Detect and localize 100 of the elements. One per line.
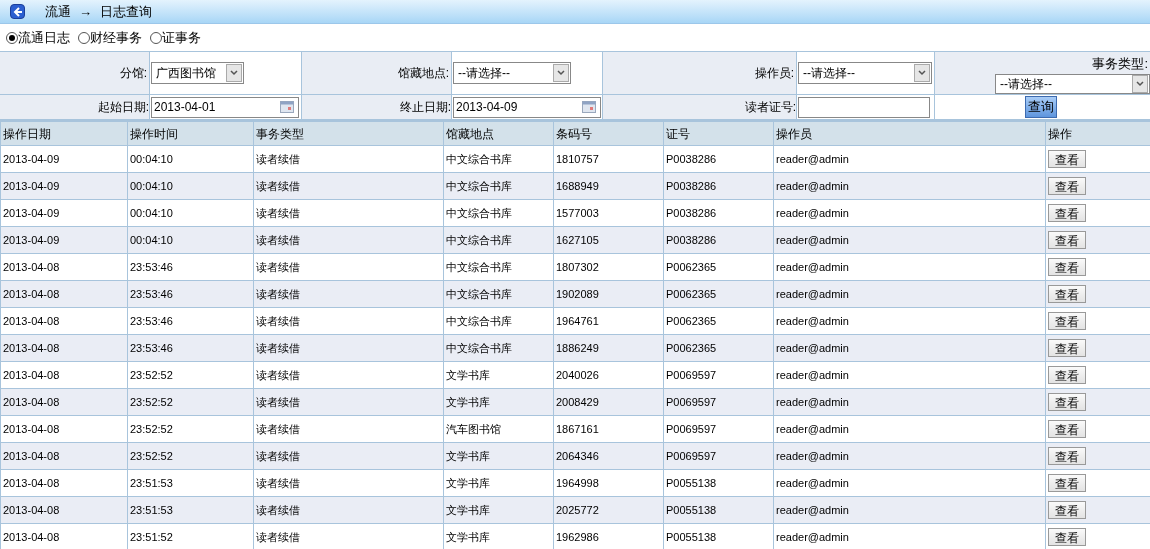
table-cell: 文学书库 — [443, 442, 554, 470]
table-cell: P0055138 — [663, 496, 774, 524]
table-cell: P0062365 — [663, 334, 774, 362]
table-cell: 中文综合书库 — [443, 307, 554, 335]
table-cell: P0069597 — [663, 442, 774, 470]
table-cell: 2013-04-08 — [0, 334, 128, 362]
view-button[interactable]: 查看 — [1048, 473, 1086, 492]
table-cell: 00:04:10 — [127, 172, 254, 200]
radio-icon[interactable] — [6, 31, 18, 44]
table-cell: 23:52:52 — [127, 442, 254, 470]
table-cell: 23:53:46 — [127, 280, 254, 308]
table-cell: 23:51:53 — [127, 496, 254, 524]
view-button[interactable]: 查看 — [1048, 176, 1086, 195]
select-field[interactable]: --请选择-- — [798, 62, 932, 84]
table-cell: 文学书库 — [443, 388, 554, 416]
table-cell: 文学书库 — [443, 361, 554, 389]
table-cell: reader@admin — [773, 388, 1046, 416]
table-cell: 2013-04-08 — [0, 415, 128, 443]
table-cell: 2025772 — [553, 496, 664, 524]
table-cell: 00:04:10 — [127, 145, 254, 173]
table-cell: 读者续借 — [253, 496, 444, 524]
table-cell: 中文综合书库 — [443, 280, 554, 308]
table-cell: reader@admin — [773, 334, 1046, 362]
radio-option[interactable]: 证事务 — [150, 27, 201, 48]
table-cell: P0038286 — [663, 226, 774, 254]
column-header: 操作日期 — [0, 121, 128, 146]
table-cell: 读者续借 — [253, 172, 444, 200]
view-button[interactable]: 查看 — [1048, 284, 1086, 303]
view-button[interactable]: 查看 — [1048, 446, 1086, 465]
table-cell: 2013-04-08 — [0, 361, 128, 389]
view-button[interactable]: 查看 — [1048, 365, 1086, 384]
column-header: 条码号 — [553, 121, 664, 146]
view-button[interactable]: 查看 — [1048, 392, 1086, 411]
table-cell: 读者续借 — [253, 415, 444, 443]
view-button[interactable]: 查看 — [1048, 257, 1086, 276]
table-cell: P0055138 — [663, 469, 774, 497]
table-cell: P0069597 — [663, 361, 774, 389]
table-cell: 2013-04-09 — [0, 172, 128, 200]
view-button[interactable]: 查看 — [1048, 203, 1086, 222]
table-cell: 1964761 — [553, 307, 664, 335]
date-field[interactable]: 2013-04-09 — [453, 96, 601, 118]
table-cell: 1902089 — [553, 280, 664, 308]
table-cell: 1627105 — [553, 226, 664, 254]
select-field[interactable]: --请选择-- — [453, 62, 571, 84]
view-button[interactable]: 查看 — [1048, 527, 1086, 546]
table-cell: P0038286 — [663, 172, 774, 200]
table-cell: 2013-04-09 — [0, 226, 128, 254]
table-cell: 23:52:52 — [127, 361, 254, 389]
back-icon[interactable] — [10, 4, 25, 19]
filter-label: 分馆: — [119, 65, 147, 82]
date-field[interactable]: 2013-04-01 — [151, 96, 299, 118]
radio-icon[interactable] — [78, 31, 90, 44]
table-cell: reader@admin — [773, 442, 1046, 470]
table-cell: reader@admin — [773, 253, 1046, 281]
table-cell: 读者续借 — [253, 253, 444, 281]
table-cell: P0069597 — [663, 415, 774, 443]
table-cell: 2064346 — [553, 442, 664, 470]
view-button[interactable]: 查看 — [1048, 419, 1086, 438]
table-cell: P0062365 — [663, 307, 774, 335]
view-button[interactable]: 查看 — [1048, 230, 1086, 249]
table-cell: 读者续借 — [253, 145, 444, 173]
table-cell: 23:53:46 — [127, 307, 254, 335]
table-cell: 2040026 — [553, 361, 664, 389]
table-cell: 2013-04-08 — [0, 496, 128, 524]
radio-icon[interactable] — [150, 31, 162, 44]
column-header: 操作时间 — [127, 121, 254, 146]
table-cell: 00:04:10 — [127, 199, 254, 227]
table-cell: 2013-04-08 — [0, 307, 128, 335]
table-cell: reader@admin — [773, 523, 1046, 549]
calendar-icon[interactable] — [280, 101, 294, 113]
query-button[interactable]: 查询 — [1024, 96, 1057, 118]
view-button[interactable]: 查看 — [1048, 500, 1086, 519]
table-cell: 2013-04-08 — [0, 469, 128, 497]
table-cell: 1577003 — [553, 199, 664, 227]
radio-option[interactable]: 财经事务 — [78, 27, 142, 48]
table-cell: 文学书库 — [443, 496, 554, 524]
table-cell: 23:51:53 — [127, 469, 254, 497]
filter-label: 操作员: — [754, 65, 794, 82]
table-cell: 1688949 — [553, 172, 664, 200]
column-header: 事务类型 — [253, 121, 444, 146]
table-cell: reader@admin — [773, 361, 1046, 389]
table-cell: 读者续借 — [253, 307, 444, 335]
select-field[interactable]: 广西图书馆 — [151, 62, 244, 84]
table-cell: 23:51:52 — [127, 523, 254, 549]
table-cell: 2013-04-08 — [0, 523, 128, 549]
column-header: 操作 — [1045, 121, 1150, 146]
table-cell: 23:52:52 — [127, 388, 254, 416]
radio-option[interactable]: 流通日志 — [6, 27, 70, 48]
table-cell: 2013-04-08 — [0, 280, 128, 308]
view-button[interactable]: 查看 — [1048, 338, 1086, 357]
select-field[interactable]: --请选择-- — [995, 73, 1150, 94]
reader-id-field[interactable] — [798, 96, 930, 118]
calendar-icon[interactable] — [582, 101, 596, 113]
view-button[interactable]: 查看 — [1048, 311, 1086, 330]
table-cell: 中文综合书库 — [443, 226, 554, 254]
view-button[interactable]: 查看 — [1048, 149, 1086, 168]
table-cell: 读者续借 — [253, 199, 444, 227]
table-cell: P0062365 — [663, 280, 774, 308]
table-cell: 1867161 — [553, 415, 664, 443]
table-cell: reader@admin — [773, 496, 1046, 524]
